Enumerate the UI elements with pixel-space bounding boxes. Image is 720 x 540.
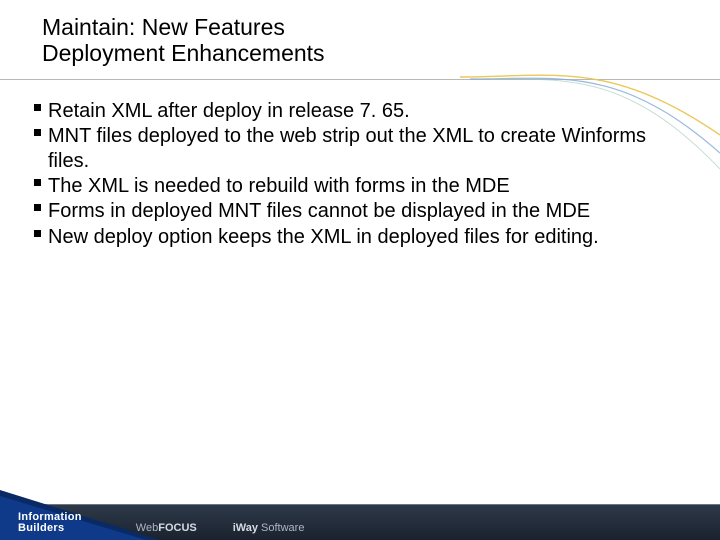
slide-header: Maintain: New Features Deployment Enhanc…	[0, 0, 720, 73]
bullet-text: New deploy option keeps the XML in deplo…	[48, 226, 599, 248]
bullet-text: The XML is needed to rebuild with forms …	[48, 175, 510, 197]
logo-information-builders: Information Builders	[18, 512, 82, 534]
slide-body: Retain XML after deploy in release 7. 65…	[0, 99, 720, 249]
logo-webfocus-suffix: FOCUS	[158, 522, 197, 534]
bullet-text: MNT files deployed to the web strip out …	[48, 125, 646, 171]
logo-ib-line2: Builders	[18, 523, 82, 534]
bullet-list: Retain XML after deploy in release 7. 65…	[34, 99, 686, 249]
list-item: The XML is needed to rebuild with forms …	[34, 174, 686, 198]
logo-iway-prefix: iWay	[233, 522, 258, 534]
slide-footer: Information Builders WebFOCUS iWay Softw…	[0, 496, 720, 540]
list-item: New deploy option keeps the XML in deplo…	[34, 225, 686, 249]
slide-title: Maintain: New Features Deployment Enhanc…	[42, 14, 720, 67]
bullet-text: Retain XML after deploy in release 7. 65…	[48, 100, 410, 122]
title-line-2: Deployment Enhancements	[42, 40, 325, 66]
list-item: Forms in deployed MNT files cannot be di…	[34, 199, 686, 223]
logo-iway-software: iWay Software	[233, 522, 305, 534]
list-item: MNT files deployed to the web strip out …	[34, 124, 686, 173]
list-item: Retain XML after deploy in release 7. 65…	[34, 99, 686, 123]
footer-logos: Information Builders WebFOCUS iWay Softw…	[18, 512, 304, 534]
header-rule	[0, 75, 720, 99]
slide: Maintain: New Features Deployment Enhanc…	[0, 0, 720, 540]
logo-webfocus: WebFOCUS	[136, 522, 197, 534]
logo-iway-suffix: Software	[258, 522, 304, 534]
bullet-text: Forms in deployed MNT files cannot be di…	[48, 200, 590, 222]
title-line-1: Maintain: New Features	[42, 14, 285, 40]
logo-webfocus-prefix: Web	[136, 522, 158, 534]
divider-line	[0, 79, 720, 80]
